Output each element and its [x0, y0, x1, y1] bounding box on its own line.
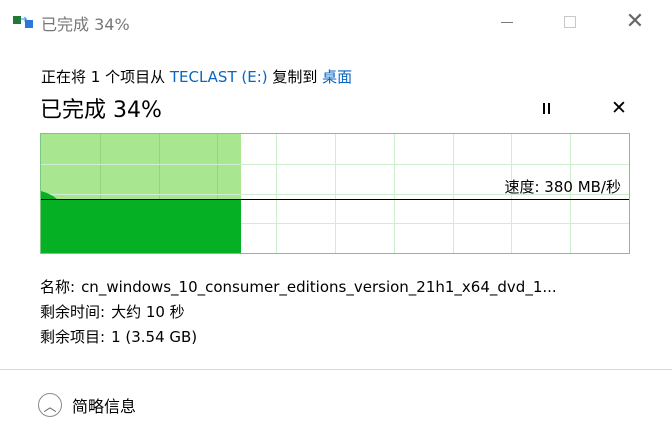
minimize-button[interactable]: [484, 0, 530, 44]
window-title: 已完成 34%: [41, 15, 130, 34]
copy-prefix: 正在将 1 个项目从: [41, 68, 170, 86]
items-value: 1 (3.54 GB): [111, 328, 198, 346]
title-bar: ➔ 已完成 34% ✕: [0, 0, 672, 44]
time-label: 剩余时间:: [40, 303, 106, 321]
fewer-details-button[interactable]: ︿ 简略信息: [38, 390, 136, 420]
maximize-button: [547, 0, 593, 44]
time-value: 大约 10 秒: [111, 303, 185, 321]
speed-label: 速度: 380 MB/秒: [504, 178, 621, 196]
copy-description: 正在将 1 个项目从 TECLAST (E:) 复制到 桌面: [41, 66, 352, 87]
items-remaining-row: 剩余项目: 1 (3.54 GB): [40, 326, 197, 347]
destination-link[interactable]: 桌面: [322, 68, 352, 86]
file-name-row: 名称: cn_windows_10_consumer_editions_versi…: [40, 276, 557, 297]
pause-button[interactable]: [535, 96, 557, 120]
progress-status: 已完成 34%: [40, 98, 162, 123]
minimize-icon: [501, 21, 513, 23]
close-icon: ✕: [625, 9, 645, 34]
items-label: 剩余项目:: [40, 328, 106, 346]
chevron-up-icon: ︿: [38, 393, 62, 417]
name-label: 名称:: [40, 278, 76, 296]
speed-area: [41, 191, 241, 253]
maximize-icon: [564, 16, 576, 28]
stop-button[interactable]: ✕: [607, 96, 631, 120]
fewer-details-label: 简略信息: [72, 397, 137, 416]
close-window-button[interactable]: ✕: [612, 0, 658, 44]
pause-icon: [542, 102, 545, 114]
divider: [0, 369, 672, 370]
source-link[interactable]: TECLAST (E:): [170, 68, 268, 86]
file-copy-icon: ➔: [13, 15, 35, 29]
transfer-speed-graph: 速度: 380 MB/秒: [40, 133, 630, 254]
copy-middle: 复制到: [267, 68, 323, 86]
time-remaining-row: 剩余时间: 大约 10 秒: [40, 301, 185, 322]
close-icon: ✕: [611, 97, 627, 119]
name-value: cn_windows_10_consumer_editions_version_…: [81, 278, 557, 296]
